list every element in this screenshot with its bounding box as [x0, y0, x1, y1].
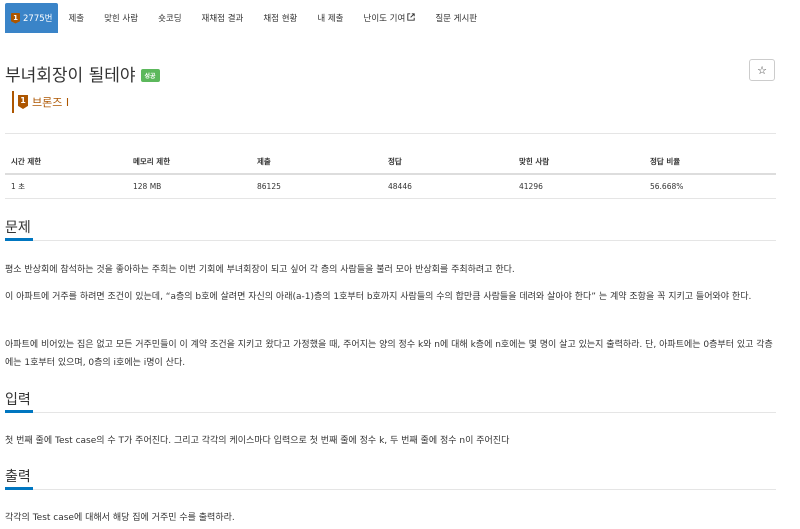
tab-submit[interactable]: 제출: [58, 3, 94, 33]
solvers-value: 41296: [513, 174, 644, 199]
tab-qna-board[interactable]: 질문 게시판: [425, 3, 487, 33]
submissions-value: 86125: [251, 174, 382, 199]
header-memory-limit: 메모리 제한: [127, 150, 251, 175]
tab-status[interactable]: 채점 현황: [253, 3, 307, 33]
problem-description-p3: 아파트에 비어있는 집은 없고 모든 거주민들이 이 계약 조건을 지키고 왔다…: [5, 340, 773, 368]
page-title: 부녀회장이 될테야: [5, 65, 136, 86]
bronze-tier-icon: 1: [18, 95, 28, 109]
tab-short-coding[interactable]: 숏코딩: [148, 3, 191, 33]
tab-my-submissions[interactable]: 내 제출: [307, 3, 353, 33]
tab-label: 2775번: [23, 14, 53, 24]
tab-difficulty-contribution[interactable]: 난이도 기여: [354, 3, 426, 33]
section-title: 출력: [5, 466, 33, 490]
problem-description-p1: 평소 반상회에 참석하는 것을 좋아하는 주희는 이번 기회에 부녀회장이 되고…: [5, 265, 515, 275]
problem-info-table: 시간 제한 메모리 제한 제출 정답 맞힌 사람 정답 비율 1 초 128 M…: [5, 150, 776, 199]
output-description: 각각의 Test case에 대해서 해당 집에 거주민 수를 출력하라.: [5, 513, 235, 523]
header-submissions: 제출: [251, 150, 382, 175]
external-link-icon: [407, 13, 416, 23]
status-badge: 성공: [140, 68, 160, 82]
output-section-heading: 출력: [5, 466, 776, 490]
tier-label[interactable]: 브론즈 I: [32, 94, 69, 110]
input-section-heading: 입력: [5, 389, 776, 413]
star-icon: ☆: [757, 63, 767, 77]
accepted-value: 48446: [382, 174, 513, 199]
header-accept-ratio: 정답 비율: [644, 150, 776, 175]
table-header-row: 시간 제한 메모리 제한 제출 정답 맞힌 사람 정답 비율: [5, 150, 776, 175]
tab-solved-users[interactable]: 맞힌 사람: [94, 3, 148, 33]
input-description: 첫 번째 줄에 Test case의 수 T가 주어진다. 그리고 각각의 케이…: [5, 436, 510, 446]
star-button[interactable]: ☆: [749, 59, 775, 81]
time-limit-value: 1 초: [5, 174, 127, 199]
header-time-limit: 시간 제한: [5, 150, 127, 175]
tier-badge-icon: 1: [11, 12, 20, 24]
section-title: 입력: [5, 389, 33, 413]
divider: [5, 133, 776, 134]
section-title: 문제: [5, 217, 33, 241]
header-accepted: 정답: [382, 150, 513, 175]
tab-label: 난이도 기여: [363, 14, 406, 24]
table-row: 1 초 128 MB 86125 48446 41296 56.668%: [5, 174, 776, 199]
problem-section-heading: 문제: [5, 217, 776, 241]
memory-limit-value: 128 MB: [127, 174, 251, 199]
tier-label-row: 1 브론즈 I: [12, 91, 69, 113]
problem-title-row: 부녀회장이 될테야 성공: [5, 61, 160, 86]
tab-rejudge-results[interactable]: 재채점 결과: [192, 3, 254, 33]
header-solvers: 맞힌 사람: [513, 150, 644, 175]
problem-tabs: 1 2775번 제출 맞힌 사람 숏코딩 재채점 결과 채점 현황 내 제출 난…: [5, 3, 776, 33]
tab-problem[interactable]: 1 2775번: [5, 3, 59, 33]
problem-description-p2: 이 아파트에 거주를 하려면 조건이 있는데, “a층의 b호에 살려면 자신의…: [5, 292, 752, 302]
accept-ratio-value: 56.668%: [644, 174, 776, 199]
